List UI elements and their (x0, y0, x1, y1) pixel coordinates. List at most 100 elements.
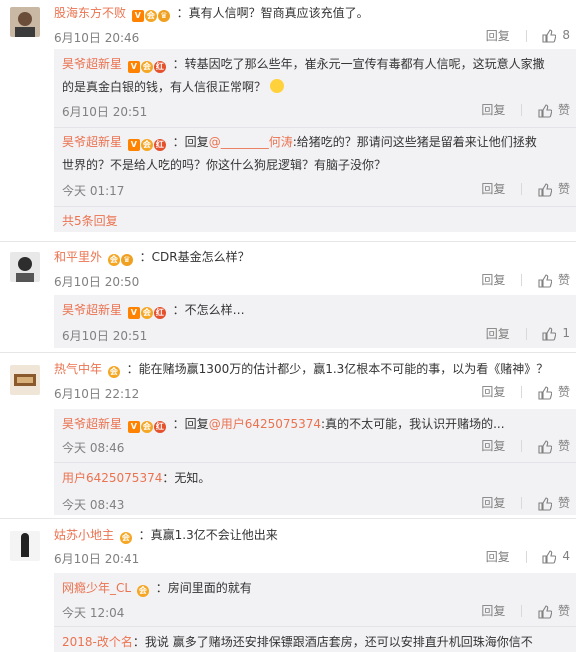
level-badge-icon: 红 (153, 60, 166, 73)
like-button[interactable]: 1 (542, 326, 570, 341)
reply-actions: 回复 赞 (481, 180, 570, 197)
like-label: 赞 (557, 273, 570, 287)
reply-button[interactable]: 回复 (486, 27, 510, 44)
user-badges: 会 (136, 581, 150, 599)
avatar[interactable] (10, 365, 40, 395)
avatar[interactable] (10, 7, 40, 37)
username[interactable]: 昊爷超新星 (62, 303, 122, 317)
username[interactable]: 昊爷超新星 (62, 135, 122, 149)
divider (0, 518, 576, 519)
like-button[interactable]: 赞 (538, 602, 570, 619)
comment-actions: 回复 4 (486, 548, 570, 565)
vip-badge-icon: 会 (107, 365, 120, 378)
like-label: 赞 (557, 385, 570, 399)
divider (54, 127, 576, 128)
reply-button[interactable]: 回复 (486, 325, 510, 342)
reply-actions: 回复 赞 (481, 602, 570, 619)
divider (0, 241, 576, 242)
like-label: 赞 (557, 182, 570, 196)
reply-button[interactable]: 回复 (481, 494, 505, 511)
username[interactable]: 昊爷超新星 (62, 417, 122, 431)
reply-actions: 回复 1 (486, 325, 570, 342)
thumbs-up-icon (542, 29, 557, 43)
avatar[interactable] (10, 531, 40, 561)
username[interactable]: 姑苏小地主 (54, 528, 114, 542)
avatar[interactable] (10, 252, 40, 282)
more-replies-link[interactable]: 共5条回复 (62, 212, 118, 229)
reply-button[interactable]: 回复 (481, 437, 505, 454)
username[interactable]: 网瘾少年_CL (62, 581, 131, 595)
username[interactable]: 用户6425075374 (62, 471, 162, 485)
thumbs-up-icon (538, 273, 552, 288)
like-button[interactable]: 赞 (538, 437, 570, 454)
reply-button[interactable]: 回复 (481, 271, 505, 288)
divider (521, 385, 523, 398)
timestamp: 6月10日 20:46 (54, 31, 140, 45)
thumbs-up-icon (538, 604, 552, 619)
verified-badge-icon: V (131, 9, 144, 22)
divider (521, 496, 523, 509)
comment-actions: 回复 8 (486, 27, 570, 44)
reply-item: 昊爷超新星 V会红 ：回复@用户6425075374:真的不太可能，我认识开赌场… (54, 409, 576, 461)
reply-button[interactable]: 回复 (481, 101, 505, 118)
username[interactable]: 热气中年 (54, 362, 102, 376)
reply-item: 2018-改个名：我说 赢多了赌场还安排保镖跟酒店套房，还可以安排直升机回珠海你… (54, 627, 576, 652)
like-button[interactable]: 赞 (538, 383, 570, 400)
reply-text: ：我说 赢多了赌场还安排保镖跟酒店套房，还可以安排直升机回珠海你信不 (132, 635, 533, 649)
reply-button[interactable]: 回复 (486, 548, 510, 565)
divider (521, 439, 523, 452)
reply-button[interactable]: 回复 (481, 180, 505, 197)
like-button[interactable]: 4 (542, 549, 570, 564)
reply-text-continued: 的是真金白银的钱，有人信很正常啊？ (62, 80, 267, 94)
vip-badge-icon: 会 (107, 253, 120, 266)
reply-item: 网瘾少年_CL 会 ：房间里面的就有 今天 12:04 回复 赞 (54, 573, 576, 625)
divider (521, 182, 523, 195)
reply-list: 昊爷超新星 V会红 ：不怎么样… 6月10日 20:51 回复 1 (54, 295, 576, 348)
vip-badge-icon: 会 (136, 584, 149, 597)
reply-item: 昊爷超新星 V会红 ：不怎么样… 6月10日 20:51 回复 1 (54, 295, 576, 348)
username[interactable]: 股海东方不败 (54, 6, 126, 20)
like-button[interactable]: 赞 (538, 271, 570, 288)
mention-link[interactable]: @________何涛 (209, 135, 293, 149)
username[interactable]: 和平里外 (54, 250, 102, 264)
user-badges: V会红 (127, 303, 167, 321)
timestamp: 6月10日 20:41 (54, 552, 140, 566)
timestamp: 6月10日 22:12 (54, 387, 140, 401)
reply-text: ：房间里面的就有 (155, 581, 252, 595)
username[interactable]: 昊爷超新星 (62, 57, 122, 71)
vip-badge-icon: 会 (119, 531, 132, 544)
divider (521, 273, 523, 286)
reply-text: ：不怎么样… (172, 303, 245, 317)
reply-prefix: ：回复 (172, 135, 209, 149)
reply-text-continued: 世界的？不是给人吃的吗？你这什么狗屁逻辑？有脑子没你？ (62, 158, 387, 172)
like-count: 1 (562, 326, 570, 341)
divider (525, 550, 527, 563)
comment-actions: 回复 赞 (481, 383, 570, 400)
timestamp: 6月10日 20:51 (62, 329, 148, 343)
user-badges: V会红 (127, 57, 167, 75)
vip-badge-icon: 会 (140, 306, 153, 319)
reply-list: 昊爷超新星 V会红 ：转基因吃了那么些年，崔永元一宣传有毒都有人信呢，这玩意人家… (54, 49, 576, 232)
thumbs-up-icon (538, 439, 552, 454)
like-label: 赞 (557, 604, 570, 618)
divider (525, 29, 527, 42)
reply-item: 用户6425075374：无知。 今天 08:43 回复 赞 (54, 463, 576, 515)
username[interactable]: 2018-改个名 (62, 635, 133, 649)
reply-button[interactable]: 回复 (481, 602, 505, 619)
vip-badge-icon: 会 (140, 420, 153, 433)
level-badge-icon: 红 (153, 138, 166, 151)
reply-item: 昊爷超新星 V会红 ：回复@________何涛:给猪吃的？那请问这些猪是留着来… (54, 129, 576, 204)
reply-item: 昊爷超新星 V会红 ：转基因吃了那么些年，崔永元一宣传有毒都有人信呢，这玩意人家… (54, 49, 576, 124)
like-button[interactable]: 8 (542, 28, 570, 43)
reply-button[interactable]: 回复 (481, 383, 505, 400)
user-badges: 会 ♛ (107, 250, 134, 268)
like-button[interactable]: 赞 (538, 494, 570, 511)
timestamp: 6月10日 20:51 (62, 105, 148, 119)
like-button[interactable]: 赞 (538, 180, 570, 197)
like-button[interactable]: 赞 (538, 101, 570, 118)
member-badge-icon: ♛ (157, 9, 170, 22)
user-badges: V 会 ♛ (131, 6, 171, 24)
mention-link[interactable]: @用户6425075374 (209, 417, 321, 431)
timestamp: 今天 08:43 (62, 498, 125, 512)
comment-text: ：能在赌场赢1300万的估计都少，赢1.3亿根本不可能的事，以为看《赌神》？ (126, 362, 549, 376)
